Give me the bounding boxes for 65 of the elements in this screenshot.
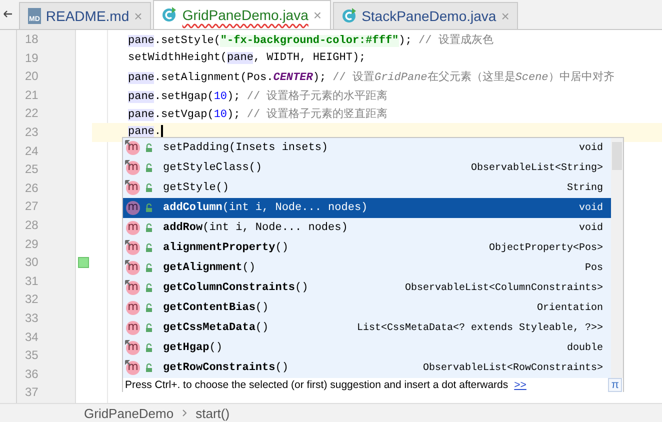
pi-button[interactable]: π: [608, 378, 622, 392]
return-type: void: [578, 202, 603, 214]
lock-icon: [144, 223, 154, 233]
class-icon: [342, 8, 357, 24]
method-icon: m: [126, 201, 140, 215]
code-line: pane.: [128, 126, 162, 138]
return-type: List<CssMetaData<? extends Styleable, ?>>: [356, 322, 603, 334]
lock-icon: [144, 343, 154, 353]
breadcrumb-item[interactable]: start(): [196, 406, 230, 420]
tab-label: StackPaneDemo.java: [362, 8, 496, 24]
method-icon: m: [126, 301, 140, 315]
lock-icon: [144, 163, 154, 173]
return-type: void: [578, 222, 603, 234]
method-signature: getStyleClass(): [163, 162, 262, 174]
completion-item[interactable]: m getCssMetaData() List<CssMetaData<? extends Styleable, ?>>: [123, 318, 611, 338]
lock-icon: [144, 283, 154, 293]
lock-icon: [144, 363, 154, 373]
method-signature: getHgap(): [163, 342, 222, 354]
method-signature: alignmentProperty(): [163, 242, 288, 254]
more-link[interactable]: >>: [514, 379, 526, 391]
method-signature: getStyle(): [163, 182, 230, 194]
editor-tab[interactable]: StackPaneDemo.java ×: [332, 2, 518, 29]
lock-icon: [144, 203, 154, 213]
tab-label: README.md: [46, 8, 130, 24]
lock-icon: [144, 303, 154, 313]
return-type: double: [566, 342, 603, 354]
completion-item[interactable]: m getContentBias() Orientation: [123, 298, 611, 318]
code-line: pane.setVgap(10); // 设置格子元素的竖直距离: [128, 106, 388, 122]
completion-item[interactable]: m addRow(int i, Node... nodes) void: [123, 218, 611, 238]
return-type: Orientation: [536, 302, 603, 314]
editor-tab[interactable]: GridPaneDemo.java ×: [153, 0, 331, 29]
method-signature: getColumnConstraints(): [163, 282, 308, 294]
breadcrumb-item[interactable]: GridPaneDemo: [84, 406, 174, 420]
method-signature: getContentBias(): [163, 302, 269, 314]
return-type: ObservableList<RowConstraints>: [422, 362, 603, 374]
lock-icon: [144, 263, 154, 273]
lock-icon: [144, 323, 154, 333]
lock-icon: [144, 183, 154, 193]
return-type: ObservableList<String>: [470, 162, 603, 174]
method-signature: getCssMetaData(): [163, 322, 269, 334]
code-line: pane.setHgap(10); // 设置格子元素的水平距离: [128, 88, 388, 103]
method-icon: m: [126, 221, 140, 235]
return-type: ObjectProperty<Pos>: [488, 242, 603, 254]
method-signature: addColumn(int i, Node... nodes): [163, 202, 368, 214]
lock-icon: [144, 243, 154, 253]
back-arrow-icon: [3, 9, 13, 19]
method-signature: addRow(int i, Node... nodes): [163, 222, 348, 234]
code-line: pane.setStyle("-fx-background-color:#fff"); // 设置成灰色: [128, 33, 494, 47]
tab-label: GridPaneDemo.java: [182, 7, 308, 23]
hint-text: Press Ctrl+. to choose the selected (or first) suggestion and insert a dot afterwards: [125, 379, 508, 391]
class-icon: [162, 7, 178, 23]
return-type: ObservableList<ColumnConstraints>: [404, 282, 603, 294]
code-line: setWidthHeight(pane, WIDTH, HEIGHT);: [128, 52, 366, 64]
scrollbar-thumb[interactable]: [612, 142, 622, 170]
return-type: String: [566, 182, 603, 194]
method-signature: setPadding(Insets insets): [163, 142, 328, 154]
chevron-icon: [182, 409, 188, 417]
method-signature: getAlignment(): [163, 262, 256, 274]
method-icon: m: [126, 321, 140, 335]
lock-icon: [144, 143, 154, 153]
method-signature: getRowConstraints(): [163, 362, 288, 374]
return-type: void: [578, 142, 603, 154]
completion-item[interactable]: m addColumn(int i, Node... nodes) void: [123, 198, 611, 218]
code-line: pane.setAlignment(Pos.CENTER); // 设置GridPane在父元素（这里是Scene）中居中对齐: [128, 70, 614, 84]
return-type: Pos: [584, 262, 603, 274]
